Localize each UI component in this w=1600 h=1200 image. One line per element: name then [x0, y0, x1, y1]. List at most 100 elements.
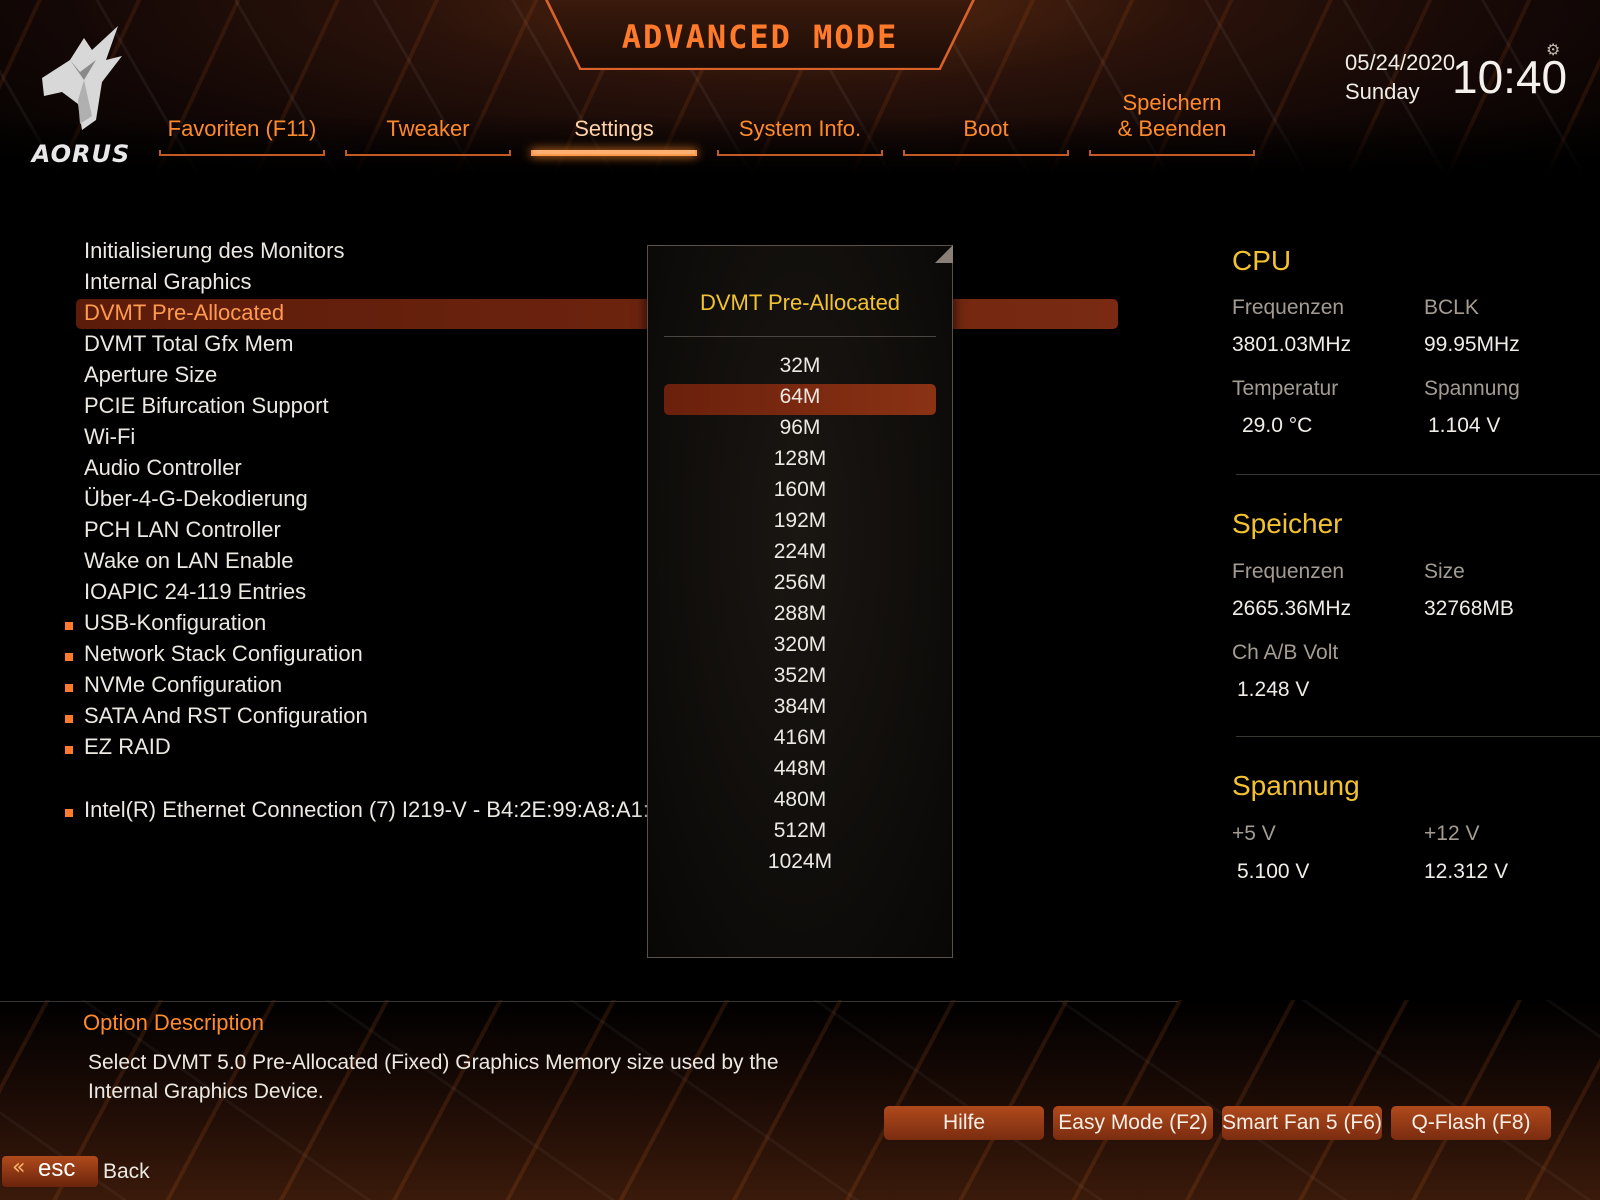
setting-internal-graphics[interactable]: Internal Graphics	[84, 269, 252, 295]
option-352m[interactable]: 352M	[647, 664, 953, 688]
tab-label: System Info.	[738, 116, 862, 141]
submenu-sata-rst-config[interactable]: SATA And RST Configuration	[84, 703, 368, 729]
date-display: 05/24/2020 Sunday	[1345, 48, 1455, 106]
memory-volt-value: 1.248 V	[1237, 678, 1310, 701]
voltage-12v-value: 12.312 V	[1424, 860, 1509, 883]
memory-volt-label: Ch A/B Volt	[1232, 641, 1339, 664]
cpu-temp-value: 29.0 °C	[1242, 414, 1313, 437]
submenu-ez-raid[interactable]: EZ RAID	[84, 734, 171, 760]
voltage-section-title: Spannung	[1232, 770, 1360, 801]
option-32m[interactable]: 32M	[647, 354, 953, 378]
submenu-bullet-icon	[65, 684, 73, 692]
cpu-freq-value: 3801.03MHz	[1232, 333, 1352, 356]
option-320m[interactable]: 320M	[647, 633, 953, 657]
popup-title: DVMT Pre-Allocated	[699, 290, 901, 315]
option-512m[interactable]: 512M	[647, 819, 953, 843]
option-96m[interactable]: 96M	[647, 416, 953, 440]
option-192m[interactable]: 192M	[647, 509, 953, 533]
cpu-freq-label: Frequenzen	[1232, 296, 1345, 319]
option-480m[interactable]: 480M	[647, 788, 953, 812]
option-description-title: Option Description	[83, 1010, 264, 1035]
cpu-section-divider	[1236, 474, 1600, 475]
cpu-volt-value: 1.104 V	[1428, 414, 1501, 437]
smart-fan-button[interactable]: Smart Fan 5 (F6)	[1222, 1106, 1382, 1140]
submenu-bullet-icon	[65, 622, 73, 630]
tab-underline	[903, 150, 1069, 156]
tab-underline	[717, 150, 883, 156]
setting-dvmt-pre-allocated[interactable]: DVMT Pre-Allocated	[84, 300, 284, 326]
tab-underline	[1089, 150, 1255, 156]
voltage-5v-label: +5 V	[1232, 822, 1276, 845]
esc-label: esc	[38, 1155, 76, 1182]
tab-system-info[interactable]: System Info.	[717, 110, 883, 156]
memory-freq-value: 2665.36MHz	[1232, 597, 1352, 620]
easy-mode-button[interactable]: Easy Mode (F2)	[1053, 1106, 1213, 1140]
date-text: 05/24/2020	[1345, 50, 1456, 75]
tab-tweaker[interactable]: Tweaker	[345, 110, 511, 156]
tab-label: Favoriten (F11)	[167, 116, 317, 141]
setting-ioapic-entries[interactable]: IOAPIC 24-119 Entries	[84, 579, 306, 605]
falcon-icon	[42, 26, 122, 130]
option-256m[interactable]: 256M	[647, 571, 953, 595]
submenu-usb-config[interactable]: USB-Konfiguration	[84, 610, 266, 636]
tab-save-exit[interactable]: Speichern & Beenden	[1089, 90, 1255, 156]
popup-divider	[664, 336, 936, 337]
tab-underline	[531, 150, 697, 156]
voltage-12v-label: +12 V	[1424, 822, 1480, 845]
option-448m[interactable]: 448M	[647, 757, 953, 781]
memory-freq-label: Frequenzen	[1232, 560, 1345, 583]
help-button[interactable]: Hilfe	[884, 1106, 1044, 1140]
tab-label: Speichern & Beenden	[1117, 90, 1227, 141]
submenu-bullet-icon	[65, 809, 73, 817]
voltage-5v-value: 5.100 V	[1237, 860, 1310, 883]
submenu-bullet-icon	[65, 715, 73, 723]
setting-monitor-init[interactable]: Initialisierung des Monitors	[84, 238, 344, 264]
option-128m[interactable]: 128M	[647, 447, 953, 471]
submenu-intel-ethernet[interactable]: Intel(R) Ethernet Connection (7) I219-V …	[84, 797, 677, 823]
memory-size-value: 32768MB	[1424, 597, 1514, 620]
setting-above-4g-decoding[interactable]: Über-4-G-Dekodierung	[84, 486, 308, 512]
cpu-bclk-value: 99.95MHz	[1424, 333, 1520, 356]
tab-settings[interactable]: Settings	[531, 110, 697, 156]
setting-wake-on-lan[interactable]: Wake on LAN Enable	[84, 548, 294, 574]
option-description-text: Select DVMT 5.0 Pre-Allocated (Fixed) Gr…	[88, 1051, 779, 1103]
setting-pch-lan-controller[interactable]: PCH LAN Controller	[84, 517, 281, 543]
tab-underline	[345, 150, 511, 156]
cpu-bclk-label: BCLK	[1424, 296, 1479, 319]
setting-aperture-size[interactable]: Aperture Size	[84, 362, 217, 388]
back-label: Back	[103, 1160, 150, 1183]
setting-audio-controller[interactable]: Audio Controller	[84, 455, 242, 481]
cpu-volt-label: Spannung	[1424, 377, 1520, 400]
option-224m[interactable]: 224M	[647, 540, 953, 564]
setting-pcie-bifurcation[interactable]: PCIE Bifurcation Support	[84, 393, 329, 419]
popup-corner-icon	[935, 245, 953, 263]
memory-section-divider	[1236, 736, 1600, 737]
tab-favoriten[interactable]: Favoriten (F11)	[159, 110, 325, 156]
description-divider	[0, 1001, 1178, 1002]
tab-label: Boot	[963, 116, 1009, 141]
option-1024m[interactable]: 1024M	[647, 850, 953, 874]
option-288m[interactable]: 288M	[647, 602, 953, 626]
submenu-network-stack[interactable]: Network Stack Configuration	[84, 641, 363, 667]
aorus-logo: AORUS	[22, 20, 132, 170]
memory-size-label: Size	[1424, 560, 1465, 583]
setting-wifi[interactable]: Wi-Fi	[84, 424, 135, 450]
tab-label: Tweaker	[386, 116, 470, 141]
option-160m[interactable]: 160M	[647, 478, 953, 502]
gear-icon[interactable]: ⚙	[1546, 40, 1560, 59]
submenu-nvme-config[interactable]: NVMe Configuration	[84, 672, 282, 698]
option-64m[interactable]: 64M	[647, 385, 953, 409]
submenu-bullet-icon	[65, 653, 73, 661]
qflash-button[interactable]: Q-Flash (F8)	[1391, 1106, 1551, 1140]
option-416m[interactable]: 416M	[647, 726, 953, 750]
memory-section-title: Speicher	[1232, 508, 1343, 539]
option-384m[interactable]: 384M	[647, 695, 953, 719]
cpu-temp-label: Temperatur	[1232, 377, 1339, 400]
tab-boot[interactable]: Boot	[903, 110, 1069, 156]
logo-text: AORUS	[31, 140, 131, 168]
tab-label: Settings	[574, 116, 654, 141]
mode-title: ADVANCED MODE	[621, 18, 899, 56]
double-chevron-left-icon: «	[12, 1155, 26, 1180]
cpu-section-title: CPU	[1232, 245, 1292, 276]
setting-dvmt-total-gfx-mem[interactable]: DVMT Total Gfx Mem	[84, 331, 293, 357]
